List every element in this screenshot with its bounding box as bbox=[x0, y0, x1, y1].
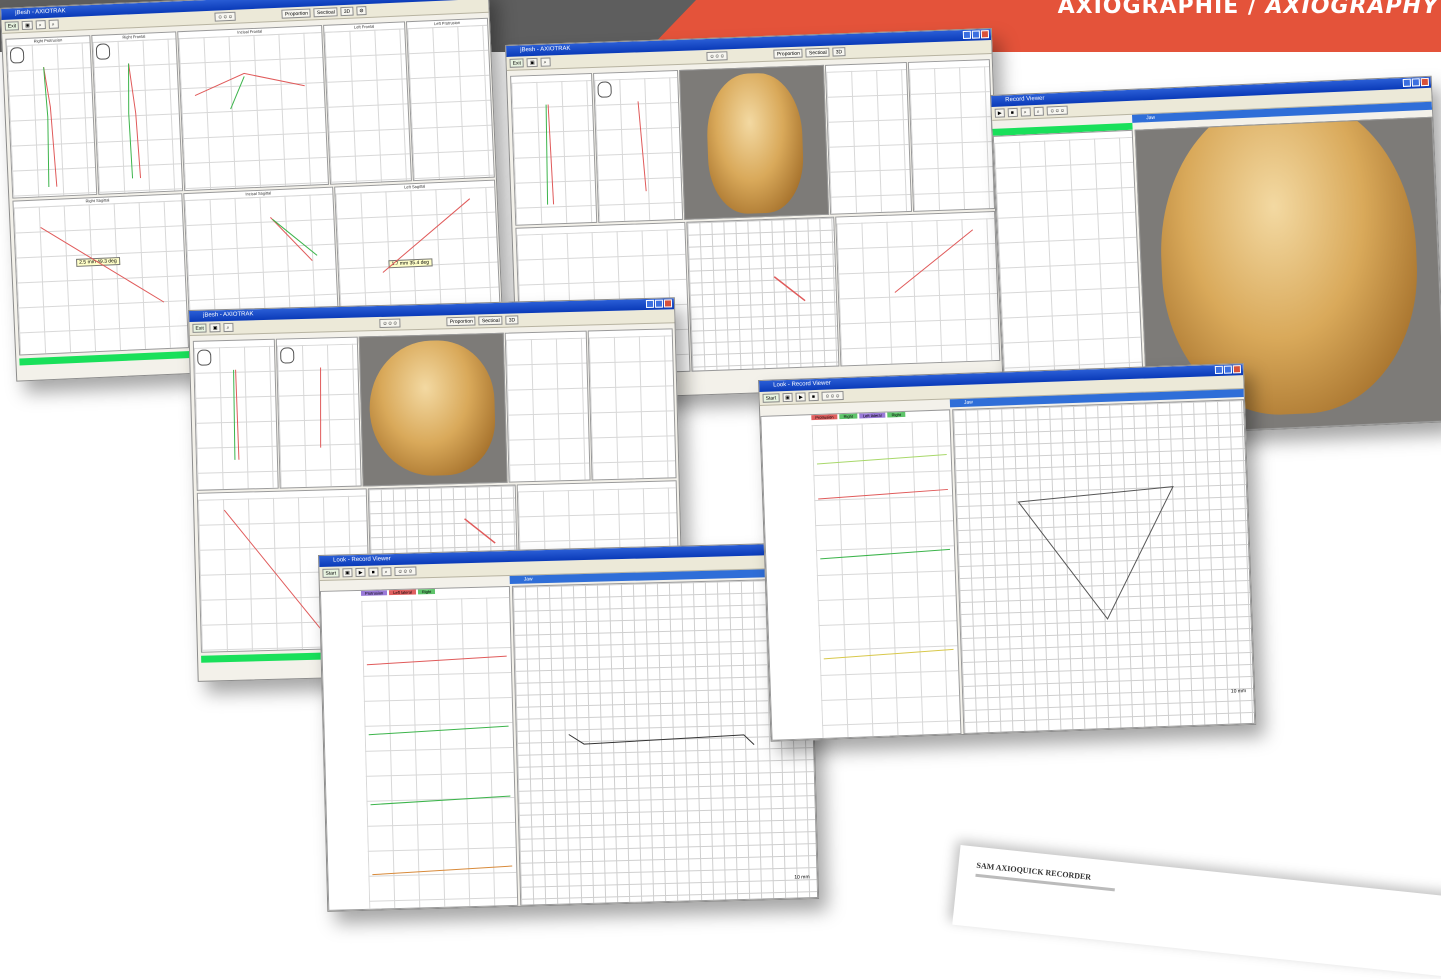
document-title: SAM AXIOQUICK RECORDER bbox=[976, 860, 1092, 882]
close-button[interactable] bbox=[1420, 77, 1430, 87]
page-title: AXIOGRAPHIE / AXIOGRAPHY bbox=[1057, 0, 1439, 19]
trace-overlay bbox=[366, 655, 755, 876]
window-record-viewer-1: Look - Record Viewer Start ▣ ▶ ■ ⌕ ☺☺☺ J… bbox=[318, 542, 820, 912]
minimize-button[interactable] bbox=[1402, 78, 1412, 87]
window-record-viewer-2: Look - Record Viewer Start ▣ ▶ ■ ☺☺☺ Jaw… bbox=[758, 363, 1257, 742]
trace-overlay bbox=[816, 453, 1174, 660]
view-icons[interactable]: ☺☺☺ bbox=[1046, 105, 1069, 116]
maximize-button[interactable] bbox=[1411, 78, 1421, 87]
play-icon[interactable]: ▶ bbox=[994, 108, 1005, 118]
stop-icon[interactable]: ■ bbox=[1007, 107, 1018, 118]
zoom-in-icon[interactable]: ⌕ bbox=[1020, 107, 1031, 117]
zoom-out-icon[interactable]: ⌕ bbox=[1033, 106, 1044, 117]
report-document: SAM AXIOQUICK RECORDER bbox=[952, 845, 1441, 979]
